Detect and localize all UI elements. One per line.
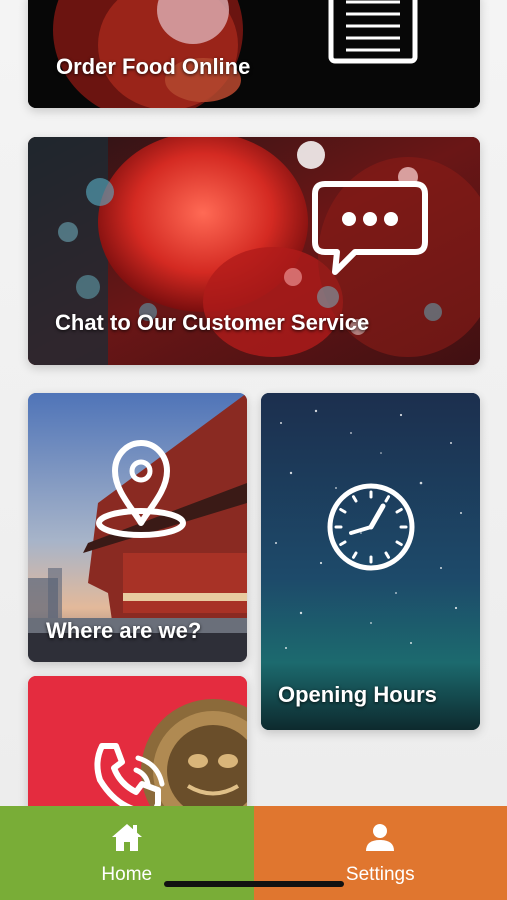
hours-card[interactable]: Opening Hours xyxy=(261,393,480,730)
chat-label: Chat to Our Customer Service xyxy=(55,310,370,335)
chat-card[interactable]: Chat to Our Customer Service xyxy=(28,137,480,365)
menu-icon xyxy=(328,0,418,64)
home-icon xyxy=(111,824,142,851)
order-food-label: Order Food Online xyxy=(56,54,251,79)
location-pin-icon xyxy=(96,440,186,538)
home-screen: Order Food Online Chat to Our Customer S… xyxy=(0,0,507,900)
where-card[interactable]: Where are we? xyxy=(28,393,247,662)
order-food-card[interactable]: Order Food Online xyxy=(28,0,480,108)
hours-label: Opening Hours xyxy=(278,682,437,707)
user-icon xyxy=(366,824,395,851)
call-card[interactable] xyxy=(28,676,247,826)
clock-icon xyxy=(327,483,415,571)
home-indicator xyxy=(164,881,344,887)
chat-bubble-icon xyxy=(312,181,428,275)
where-label: Where are we? xyxy=(46,618,202,643)
